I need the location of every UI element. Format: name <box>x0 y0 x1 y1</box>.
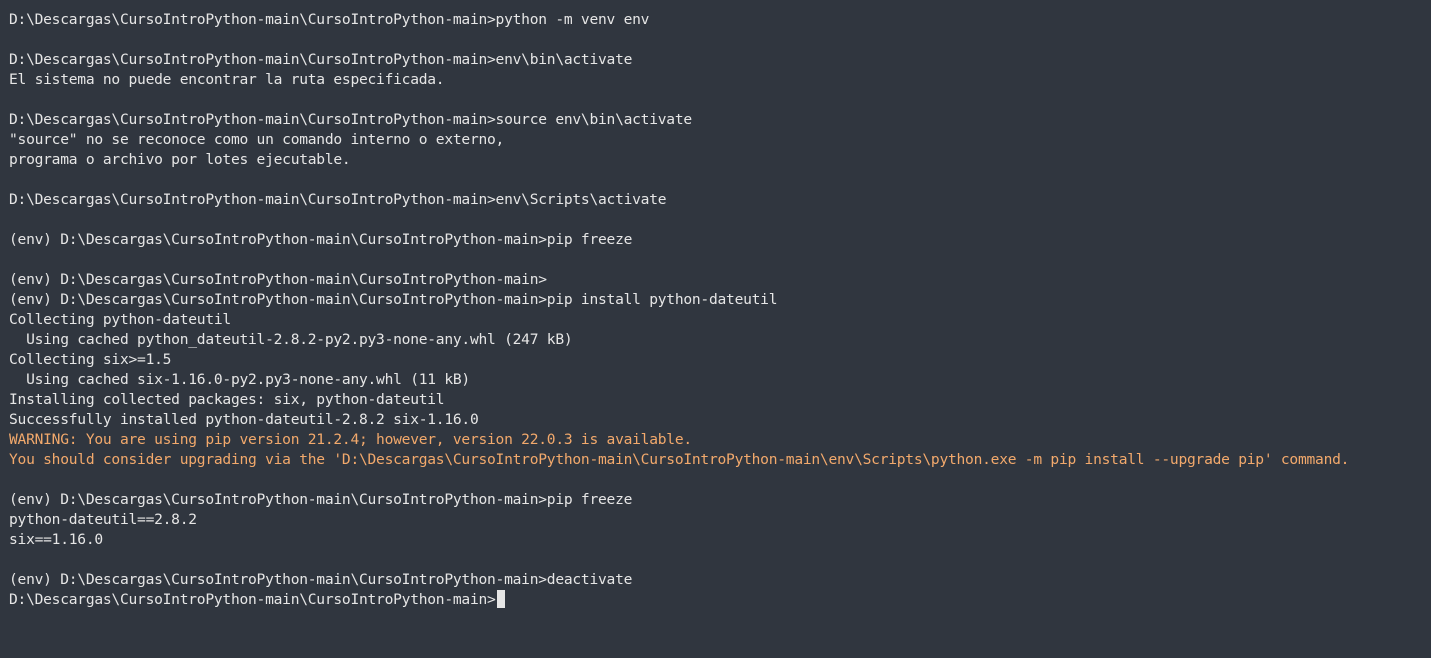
current-prompt: D:\Descargas\CursoIntroPython-main\Curso… <box>9 591 496 608</box>
terminal-line: Using cached six-1.16.0-py2.py3-none-any… <box>9 371 470 388</box>
terminal-command-line: D:\Descargas\CursoIntroPython-main\Curso… <box>9 191 667 208</box>
terminal-line: Using cached python_dateutil-2.8.2-py2.p… <box>9 331 573 348</box>
terminal-line: "source" no se reconoce como un comando … <box>9 131 505 148</box>
terminal-command-line: (env) D:\Descargas\CursoIntroPython-main… <box>9 231 633 248</box>
terminal-line: Collecting python-dateutil <box>9 311 231 328</box>
terminal-line: programa o archivo por lotes ejecutable. <box>9 151 351 168</box>
terminal-output[interactable]: D:\Descargas\CursoIntroPython-main\Curso… <box>0 0 1431 658</box>
terminal-line: python-dateutil==2.8.2 <box>9 511 197 528</box>
terminal-prompt-line[interactable]: D:\Descargas\CursoIntroPython-main\Curso… <box>9 590 1431 610</box>
terminal-warning-line: WARNING: You are using pip version 21.2.… <box>9 431 692 448</box>
terminal-command-line: (env) D:\Descargas\CursoIntroPython-main… <box>9 271 547 288</box>
terminal-lines: D:\Descargas\CursoIntroPython-main\Curso… <box>9 10 1431 590</box>
terminal-command-line: D:\Descargas\CursoIntroPython-main\Curso… <box>9 11 650 28</box>
terminal-command-line: (env) D:\Descargas\CursoIntroPython-main… <box>9 571 633 588</box>
terminal-line: Collecting six>=1.5 <box>9 351 172 368</box>
terminal-line: six==1.16.0 <box>9 531 103 548</box>
terminal-command-line: (env) D:\Descargas\CursoIntroPython-main… <box>9 491 633 508</box>
terminal-command-line: D:\Descargas\CursoIntroPython-main\Curso… <box>9 51 633 68</box>
terminal-line: Successfully installed python-dateutil-2… <box>9 411 479 428</box>
terminal-line: El sistema no puede encontrar la ruta es… <box>9 71 445 88</box>
terminal-command-line: (env) D:\Descargas\CursoIntroPython-main… <box>9 291 778 308</box>
terminal-command-line: D:\Descargas\CursoIntroPython-main\Curso… <box>9 111 692 128</box>
terminal-warning-line: You should consider upgrading via the 'D… <box>9 451 1350 468</box>
terminal-line: Installing collected packages: six, pyth… <box>9 391 445 408</box>
text-cursor <box>496 590 505 608</box>
